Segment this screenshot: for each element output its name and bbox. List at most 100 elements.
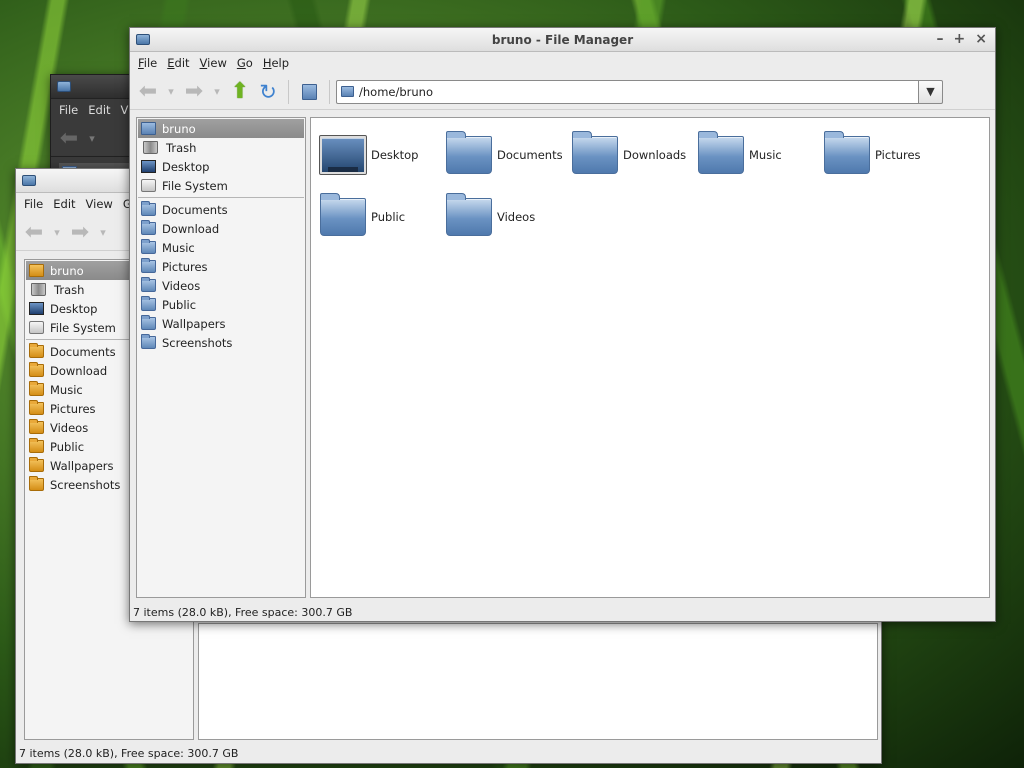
file-item-public[interactable]: Public <box>320 193 405 236</box>
sidebar-item-label: Public <box>162 297 197 312</box>
menu-file[interactable]: File <box>20 195 47 213</box>
folder-icon <box>29 438 44 453</box>
sidebar-item-screenshots[interactable]: Screenshots <box>138 333 304 352</box>
folder-icon <box>29 362 44 377</box>
sidebar-item-pictures[interactable]: Pictures <box>138 257 304 276</box>
location-dropdown-button[interactable]: ▼ <box>919 79 943 104</box>
sidebar-item-wallpapers[interactable]: Wallpapers <box>138 314 304 333</box>
minimize-button[interactable]: – <box>937 31 944 47</box>
sidebar-item-label: bruno <box>162 121 196 136</box>
mid-content[interactable] <box>198 623 878 740</box>
folder-icon <box>29 343 44 358</box>
chevron-down-icon[interactable]: ▾ <box>83 125 101 153</box>
window-icon <box>22 175 36 186</box>
menu-view[interactable]: View <box>82 195 117 213</box>
sidebar-item-trash[interactable]: Trash <box>138 138 304 157</box>
sidebar-item-label: Wallpapers <box>50 458 114 473</box>
file-item-music[interactable]: Music <box>698 131 782 174</box>
back-arrow-icon[interactable]: ⬅ <box>134 78 162 106</box>
file-item-label: Documents <box>497 148 563 162</box>
menu-view[interactable]: View <box>196 54 231 72</box>
sidebar-item-label: Documents <box>162 202 228 217</box>
folder-icon <box>446 193 492 236</box>
chevron-down-icon[interactable]: ▾ <box>162 78 180 106</box>
home-button[interactable] <box>295 78 323 106</box>
back-arrow-icon[interactable]: ⬅ <box>20 219 48 247</box>
folder-icon <box>29 381 44 396</box>
file-item-downloads[interactable]: Downloads <box>572 131 687 174</box>
reload-icon[interactable]: ↻ <box>254 78 282 106</box>
home-icon <box>301 83 317 100</box>
sidebar-item-label: Videos <box>50 420 89 435</box>
file-item-documents[interactable]: Documents <box>446 131 563 174</box>
menu-file[interactable]: File <box>55 101 82 119</box>
sidebar-item-label: Music <box>50 382 83 397</box>
menu-edit[interactable]: Edit <box>163 54 193 72</box>
file-item-desktop[interactable]: Desktop <box>319 135 419 175</box>
sidebar-item-desktop[interactable]: Desktop <box>138 157 304 176</box>
location-bar[interactable]: /home/bruno <box>336 79 919 104</box>
sidebar-item-videos[interactable]: Videos <box>138 276 304 295</box>
sidebar-item-label: Videos <box>162 278 201 293</box>
sidebar-item-label: Public <box>50 439 85 454</box>
folder-icon <box>29 476 44 491</box>
file-item-videos[interactable]: Videos <box>446 193 536 236</box>
sidebar-item-label: Pictures <box>50 401 96 416</box>
menu-edit[interactable]: Edit <box>84 101 114 119</box>
file-item-label: Downloads <box>623 148 687 162</box>
file-item-label: Videos <box>497 210 536 224</box>
up-arrow-icon[interactable]: ⬆ <box>226 78 254 106</box>
back-arrow-icon[interactable]: ⬅ <box>55 125 83 153</box>
sidebar-divider <box>138 197 304 198</box>
drive-icon <box>29 321 44 334</box>
chevron-down-icon[interactable]: ▾ <box>48 219 66 247</box>
chevron-down-icon[interactable]: ▾ <box>94 219 112 247</box>
sidebar-item-documents[interactable]: Documents <box>138 200 304 219</box>
sidebar-item-label: Wallpapers <box>162 316 226 331</box>
folder-icon <box>141 239 156 254</box>
sidebar-item-music[interactable]: Music <box>138 238 304 257</box>
main-window-titlebar[interactable]: bruno - File Manager – + × <box>130 28 995 52</box>
sidebar-item-label: Documents <box>50 344 116 359</box>
maximize-button[interactable]: + <box>954 31 966 47</box>
sidebar-item-public[interactable]: Public <box>138 295 304 314</box>
sidebar-item-bruno[interactable]: bruno <box>138 119 304 138</box>
sidebar-item-label: Desktop <box>162 159 210 174</box>
folder-icon <box>29 419 44 434</box>
desktop-icon <box>29 302 44 315</box>
sidebar-item-label: Screenshots <box>50 477 121 492</box>
menu-help[interactable]: Help <box>259 54 293 72</box>
sidebar-item-label: Music <box>162 240 195 255</box>
menu-go[interactable]: Go <box>233 54 257 72</box>
sidebar-item-label: Download <box>50 363 108 378</box>
home-icon <box>141 122 156 135</box>
window-title: bruno - File Manager <box>491 32 634 47</box>
folder-icon <box>141 315 156 330</box>
file-item-label: Pictures <box>875 148 921 162</box>
sidebar-item-label: Screenshots <box>162 335 233 350</box>
desktop-icon <box>141 160 156 173</box>
main-sidebar[interactable]: bruno Trash Desktop File System Documents Do… <box>136 117 306 598</box>
menu-edit[interactable]: Edit <box>49 195 79 213</box>
sidebar-item-file-system[interactable]: File System <box>138 176 304 195</box>
folder-icon <box>141 220 156 235</box>
sidebar-item-label: bruno <box>50 263 84 278</box>
sidebar-item-label: Desktop <box>50 301 98 316</box>
menu-file[interactable]: File <box>134 54 161 72</box>
folder-icon <box>141 258 156 273</box>
location-path[interactable]: /home/bruno <box>359 85 433 99</box>
main-content[interactable]: Desktop Documents Downloads Music Pictures Pu… <box>310 117 990 598</box>
main-status-bar: 7 items (28.0 kB), Free space: 300.7 GB <box>133 605 353 619</box>
main-window[interactable]: bruno - File Manager – + × File Edit View G… <box>129 27 996 622</box>
folder-icon <box>29 400 44 415</box>
home-icon <box>341 86 354 97</box>
sidebar-item-download[interactable]: Download <box>138 219 304 238</box>
forward-arrow-icon[interactable]: ➡ <box>180 78 208 106</box>
file-item-label: Desktop <box>371 148 419 162</box>
chevron-down-icon[interactable]: ▾ <box>208 78 226 106</box>
file-item-pictures[interactable]: Pictures <box>824 131 921 174</box>
window-icon <box>136 34 150 45</box>
close-button[interactable]: × <box>975 31 987 47</box>
forward-arrow-icon[interactable]: ➡ <box>66 219 94 247</box>
main-toolbar: ⬅ ▾ ➡ ▾ ⬆ ↻ /home/bruno ▼ <box>130 74 995 110</box>
